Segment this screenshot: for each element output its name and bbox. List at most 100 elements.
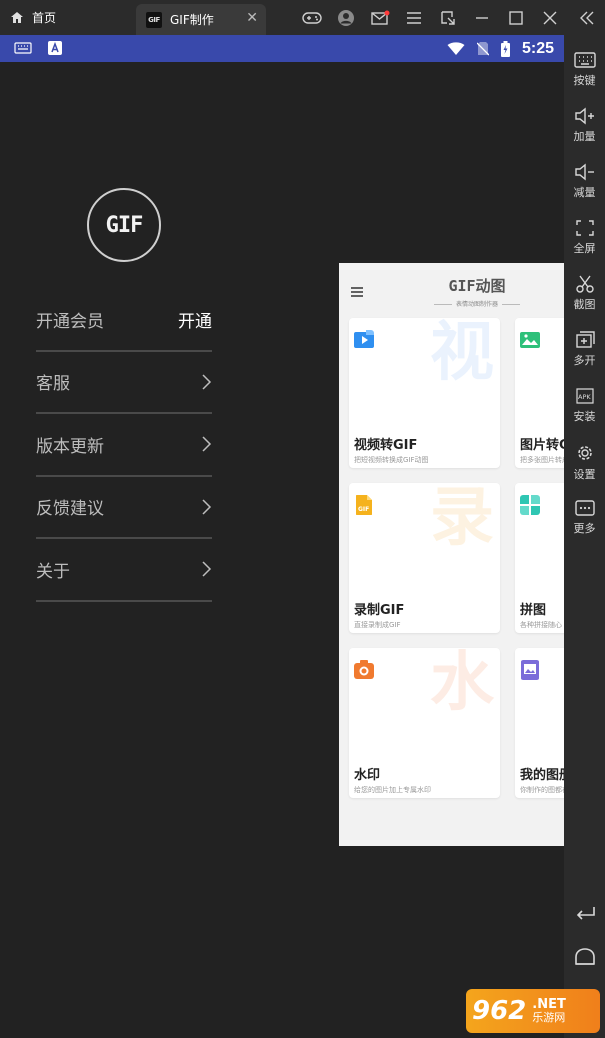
sidebar-item-screenshot[interactable]: 截图: [564, 275, 605, 312]
chevron-right-icon: [202, 374, 212, 390]
menu-item-version-update[interactable]: 版本更新: [36, 414, 212, 477]
app-tab[interactable]: GIF GIF制作 ✕: [136, 4, 266, 35]
card-watermark-char: 水: [430, 648, 494, 720]
menu-item-customer-service[interactable]: 客服: [36, 352, 212, 414]
close-icon[interactable]: ✕: [246, 10, 258, 26]
card-title: 拼图: [520, 603, 547, 618]
card-desc: 直接录制成GIF: [354, 621, 401, 629]
menu-item-label: 关于: [36, 561, 70, 582]
menu-item-about[interactable]: 关于: [36, 539, 212, 602]
apk-install-icon: APK: [575, 388, 594, 404]
card-video-to-gif[interactable]: 视 视频转GIF 把短视频转换成GIF动图: [349, 318, 500, 468]
sidebar-item-label: 减量: [573, 186, 596, 199]
more-icon: [574, 500, 595, 516]
card-title: 录制GIF: [354, 603, 405, 618]
multi-window-icon: [575, 331, 595, 348]
gif-app-icon: GIF: [146, 11, 162, 28]
app-a-status-icon: [48, 41, 62, 55]
chevron-right-icon: [202, 561, 212, 577]
home-tab[interactable]: 首页: [10, 0, 56, 35]
card-watermark-char: 录: [430, 483, 494, 555]
sidebar-item-label: 截图: [573, 298, 596, 311]
site-watermark-logo: 962 .NET 乐游网: [466, 989, 600, 1033]
back-icon: [576, 907, 595, 920]
menu-item-label: 反馈建议: [36, 499, 104, 520]
sidebar-item-settings[interactable]: 设置: [564, 443, 605, 482]
card-desc: 把多张图片转成动图: [520, 456, 564, 464]
gear-icon: [577, 446, 592, 460]
app-tab-label: GIF制作: [170, 13, 214, 27]
back-button[interactable]: [564, 905, 605, 921]
watermark-number: 962: [472, 996, 527, 1026]
card-my-album[interactable]: 我的图册 你制作的图都在这里: [515, 648, 564, 798]
card-puzzle[interactable]: 拼图 各种拼接随心: [515, 483, 564, 633]
card-watermark-char: 视: [430, 318, 494, 390]
android-status-bar: 5:25: [0, 35, 564, 62]
menu-item-label: 客服: [36, 374, 70, 395]
sidebar-item-multi-instance[interactable]: 多开: [564, 331, 605, 368]
home-tab-label: 首页: [32, 11, 57, 25]
card-desc: 你制作的图都在这里: [520, 786, 564, 794]
no-sim-icon: [476, 42, 489, 56]
collapse-sidebar-icon[interactable]: [568, 0, 605, 35]
menu-item-feedback[interactable]: 反馈建议: [36, 477, 212, 539]
sidebar-item-volume-down[interactable]: 减量: [564, 163, 605, 200]
menu-item-label: 版本更新: [36, 436, 104, 457]
android-home-icon: [574, 948, 595, 965]
main-page-preview[interactable]: GIF动图 表情动图制作器 视 视频转GIF 把短视频转换成GIF动图 图片转G…: [339, 263, 564, 846]
gamepad-icon[interactable]: [295, 0, 329, 35]
watermark-net: .NET: [532, 996, 566, 1012]
restore-window-icon[interactable]: [431, 0, 465, 35]
minimize-icon[interactable]: [465, 0, 499, 35]
sidebar-item-label: 多开: [573, 354, 596, 367]
image-icon: [520, 332, 540, 348]
mail-icon[interactable]: [363, 0, 397, 35]
volume-up-icon: [574, 107, 594, 125]
volume-down-icon: [574, 163, 594, 181]
sidebar-item-label: 全屏: [573, 242, 596, 255]
sidebar-item-label: 更多: [573, 522, 596, 535]
card-title: 水印: [354, 768, 381, 783]
home-button[interactable]: [564, 947, 605, 965]
sidebar-item-label: 设置: [573, 468, 596, 481]
album-icon: [521, 660, 539, 680]
fullscreen-icon: [575, 220, 594, 236]
emulator-sidebar: 按键 加量 减量 全屏 截图 多开 APK 安装 设置 更多: [564, 35, 605, 1038]
status-time: 5:25: [521, 39, 554, 57]
card-record-gif[interactable]: 录 GIF 录制GIF 直接录制成GIF: [349, 483, 500, 633]
card-desc: 把短视频转换成GIF动图: [354, 456, 429, 464]
hamburger-icon[interactable]: [351, 287, 363, 297]
menu-item-vip[interactable]: 开通会员 开通: [36, 289, 212, 352]
vip-open-button[interactable]: 开通: [178, 307, 212, 332]
battery-charging-icon: [500, 40, 510, 57]
puzzle-icon: [520, 495, 540, 515]
app-screen: GIF 开通会员 开通 客服 版本更新 反馈建议 关于 GIF动图 表情动图制作…: [0, 62, 564, 1038]
user-avatar-icon[interactable]: [329, 0, 363, 35]
video-icon: [354, 330, 374, 348]
sidebar-item-label: 安装: [573, 410, 596, 423]
preview-subtitle: 表情动图制作器: [430, 299, 524, 308]
sidebar-item-label: 加量: [573, 130, 596, 143]
sidebar-item-fullscreen[interactable]: 全屏: [564, 219, 605, 256]
menu-icon[interactable]: [397, 0, 431, 35]
sidebar-item-label: 按键: [573, 74, 596, 87]
scissors-icon: [575, 275, 594, 293]
gif-file-icon: GIF: [356, 495, 372, 515]
close-window-icon[interactable]: [533, 0, 567, 35]
card-title: 视频转GIF: [354, 438, 418, 453]
keyboard-status-icon: [14, 42, 32, 54]
card-desc: 各种拼接随心: [520, 621, 562, 629]
chevron-right-icon: [202, 436, 212, 452]
svg-text:APK: APK: [578, 393, 591, 401]
sidebar-item-more[interactable]: 更多: [564, 499, 605, 536]
sidebar-item-keys[interactable]: 按键: [564, 51, 605, 88]
sidebar-item-install[interactable]: APK 安装: [564, 387, 605, 424]
watermark-cn: 乐游网: [532, 1011, 566, 1025]
wifi-icon: [447, 41, 465, 55]
sidebar-item-volume-up[interactable]: 加量: [564, 107, 605, 144]
card-image-to-gif[interactable]: 图片转GIF 把多张图片转成动图: [515, 318, 564, 468]
card-watermark[interactable]: 水 水印 给您的图片加上专属水印: [349, 648, 500, 798]
card-title: 图片转GIF: [520, 438, 564, 453]
maximize-icon[interactable]: [499, 0, 533, 35]
preview-title: GIF动图: [448, 277, 506, 295]
